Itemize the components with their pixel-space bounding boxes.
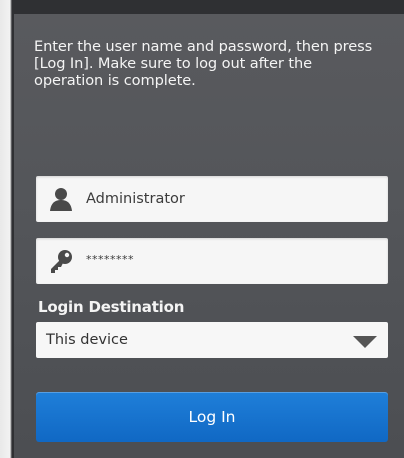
chevron-down-icon[interactable] bbox=[352, 334, 378, 348]
login-destination-select[interactable]: This device bbox=[36, 322, 388, 358]
log-in-label: Log In bbox=[188, 408, 236, 426]
user-icon bbox=[48, 186, 74, 212]
username-value: Administrator bbox=[86, 191, 185, 207]
login-destination-label: Login Destination bbox=[38, 298, 185, 316]
login-instructions: Enter the user name and password, then p… bbox=[34, 38, 373, 89]
password-value: ******** bbox=[86, 253, 134, 266]
username-field[interactable]: Administrator bbox=[36, 176, 388, 222]
login-destination-value: This device bbox=[46, 332, 128, 348]
password-field[interactable]: ******** bbox=[36, 238, 388, 284]
key-icon bbox=[48, 248, 74, 274]
log-in-button[interactable]: Log In bbox=[36, 392, 388, 442]
